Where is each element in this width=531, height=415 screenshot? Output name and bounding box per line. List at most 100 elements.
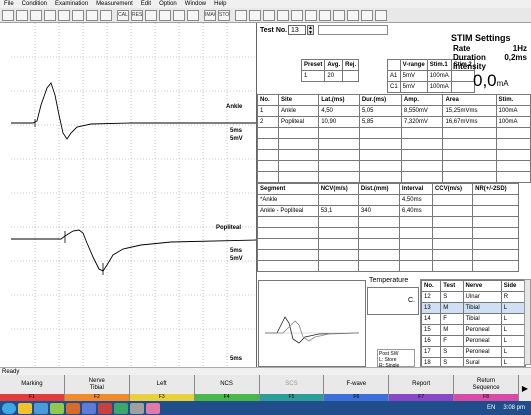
toolbar-button-9[interactable]: CAL (117, 9, 129, 21)
toolbar-button-21[interactable] (291, 9, 303, 21)
temperature-field[interactable]: C. (367, 287, 419, 315)
nerve-list-cell: L (500, 357, 525, 366)
nerve-list-row[interactable]: 15 M Peroneal L (421, 324, 525, 336)
nerve-list-row[interactable]: 14 F Tibial L (421, 313, 525, 325)
fkey-f4-button[interactable]: NCS F4 (194, 375, 260, 401)
taskbar-app7-icon[interactable] (146, 402, 160, 414)
menu-window[interactable]: Window (181, 0, 210, 8)
taskbar-ie-icon[interactable] (34, 402, 48, 414)
taskbar-lang[interactable]: EN (487, 405, 495, 411)
menu-condition[interactable]: Condition (18, 0, 51, 8)
vrange-cell[interactable]: 100mA (426, 70, 452, 82)
nerve-list-row[interactable]: 12 S Ulnar R (421, 291, 525, 303)
fkey-f5-button[interactable]: SCS F5 (259, 375, 325, 401)
toolbar-button-5[interactable] (58, 9, 70, 21)
nerve-list-row[interactable]: 18 S Sural L (421, 357, 525, 366)
waveform-panel[interactable]: Ankle 5ms 5mV Popliteal 5ms 5mV 5ms (0, 23, 257, 367)
toolbar-button-26[interactable] (361, 9, 373, 21)
taskbar-app1-icon[interactable] (50, 402, 64, 414)
sites-header: Area (442, 94, 497, 106)
toolbar-button-6[interactable] (72, 9, 84, 21)
preset-cell[interactable]: 1 (300, 70, 326, 82)
taskbar-app2-icon[interactable] (66, 402, 80, 414)
nerve-list[interactable]: No. Test Nerve Side 12 S Ulnar R 13 M Tibial L 14 F T… (420, 279, 526, 367)
segments-row[interactable]: *Ankle 4,50ms (257, 194, 519, 206)
toolbar-button-20[interactable] (277, 9, 289, 21)
segments-row[interactable]: Ankle - Popliteal 53,1 340 6,40ms (257, 205, 519, 217)
taskbar-app4-icon[interactable] (98, 402, 112, 414)
start-button[interactable] (2, 402, 16, 414)
toolbar-button-10[interactable]: RESET (131, 9, 143, 21)
preset-cell[interactable]: 20 (324, 70, 344, 82)
toolbar-button-25[interactable] (347, 9, 359, 21)
taskbar-app6-icon[interactable] (130, 402, 144, 414)
vrange-cell[interactable]: A1 (387, 70, 401, 82)
preset-cell[interactable] (342, 70, 360, 82)
fkey-f8-button[interactable]: Return Sequence F8 (454, 375, 519, 401)
fkey-f3-button[interactable]: Left F3 (129, 375, 195, 401)
toolbar-button-14[interactable] (187, 9, 199, 21)
nerve-list-cell: 18 (421, 357, 442, 366)
test-no-input[interactable]: 13 (288, 25, 306, 35)
sites-cell: 100mA (495, 105, 531, 117)
menu-file[interactable]: File (0, 0, 18, 8)
vrange-cell[interactable]: 100mA (426, 81, 452, 93)
segments-cell (472, 205, 519, 217)
menu-option[interactable]: Option (155, 0, 181, 8)
nerve-list-cell: M (440, 324, 464, 336)
fkey-label: SCS (259, 375, 324, 394)
taskbar-app3-icon[interactable] (82, 402, 96, 414)
toolbar-button-8[interactable] (100, 9, 112, 21)
vrange-cell[interactable] (450, 81, 475, 93)
menu-examination[interactable]: Examination (51, 0, 92, 8)
fkey-f2-button[interactable]: Nerve Tibial F2 (64, 375, 130, 401)
vrange-cell[interactable]: 5mV (399, 81, 428, 93)
segments-empty-row (257, 260, 519, 272)
menu-measurement[interactable]: Measurement (92, 0, 137, 8)
nerve-list-scrollbar[interactable] (524, 279, 531, 365)
toolbar-button-2[interactable] (16, 9, 28, 21)
toolbar-button-11[interactable] (145, 9, 157, 21)
test-no-spinner[interactable]: ▲ ▼ (307, 25, 314, 36)
nerve-list-cell: L (500, 302, 525, 314)
toolbar-button-24[interactable] (333, 9, 345, 21)
toolbar-button-18[interactable] (249, 9, 261, 21)
taskbar-folder-icon[interactable] (18, 402, 32, 414)
fkey-f7-button[interactable]: Report F7 (389, 375, 455, 401)
toolbar-button-12[interactable] (159, 9, 171, 21)
vrange-cell[interactable]: 5mV (399, 70, 428, 82)
toolbar-button-27[interactable] (375, 9, 387, 21)
toolbar-button-7[interactable] (86, 9, 98, 21)
rate-value[interactable]: 1Hz (513, 44, 527, 53)
waveform-preview[interactable] (258, 280, 366, 367)
toolbar-button-19[interactable] (263, 9, 275, 21)
toolbar-button-3[interactable] (30, 9, 42, 21)
nerve-list-row[interactable]: 13 M Tibial L (421, 302, 525, 314)
sites-empty-row (256, 160, 531, 172)
toolbar-button-4[interactable] (44, 9, 56, 21)
fkey-f1-button[interactable]: Marking F1 (0, 375, 65, 401)
duration-value[interactable]: 0,2ms (504, 53, 527, 62)
fkey-next-arrow-icon[interactable]: ▶ (519, 375, 531, 401)
sites-row[interactable]: 2 Popliteal 10,90 5,85 7,320mV 16,67mVms 100mA (256, 116, 531, 128)
taskbar-app5-icon[interactable] (114, 402, 128, 414)
menu-help[interactable]: Help (210, 0, 230, 8)
fkey-f6-button[interactable]: F-wave F6 (324, 375, 390, 401)
nerve-list-cell: S (440, 346, 464, 358)
toolbar-button-23[interactable] (319, 9, 331, 21)
menu-edit[interactable]: Edit (137, 0, 155, 8)
test-comment-field[interactable] (318, 25, 388, 35)
nerve-list-row[interactable]: 17 S Peroneal L (421, 346, 525, 358)
vrange-cell[interactable] (450, 70, 475, 82)
toolbar-button-17[interactable] (235, 9, 247, 21)
nerve-list-row[interactable]: 16 F Peroneal L (421, 335, 525, 347)
bottom-scale-marker: 5ms (230, 356, 243, 362)
toolbar-button-16[interactable]: STORE (218, 9, 230, 21)
toolbar-button-22[interactable] (305, 9, 317, 21)
toolbar-button-13[interactable] (173, 9, 185, 21)
sites-row[interactable]: 1 Ankle 4,50 5,05 8,550mV 15,25mVms 100mA (256, 105, 531, 117)
vrange-cell[interactable]: C1 (387, 81, 401, 93)
toolbar-button-1[interactable] (2, 9, 14, 21)
nerve-list-header: Nerve (462, 280, 502, 292)
toolbar-button-15[interactable]: IMAGE (204, 9, 216, 21)
